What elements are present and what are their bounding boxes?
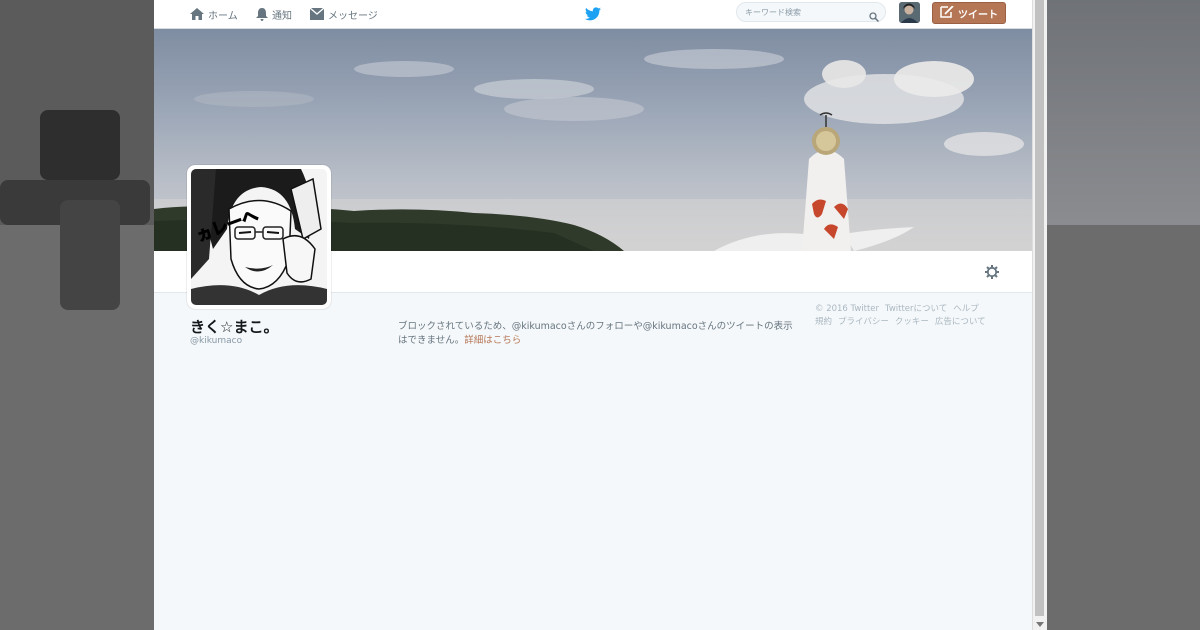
account-avatar[interactable] [899, 2, 920, 23]
search-input[interactable] [745, 5, 863, 19]
footer-link-terms[interactable]: 規約 [815, 317, 832, 327]
tweet-button-label: ツイート [958, 9, 998, 21]
nav-notifications[interactable]: 通知 [256, 6, 292, 22]
vertical-scrollbar[interactable] [1032, 0, 1047, 630]
scroll-down-arrow-icon[interactable] [1036, 622, 1044, 627]
nav-messages[interactable]: メッセージ [310, 6, 378, 22]
background-sky [1046, 0, 1200, 225]
footer-row-1: © 2016 Twitter Twitterについて ヘルプ [815, 303, 1015, 316]
blocked-details-link[interactable]: 詳細はこちら [464, 335, 521, 346]
nav-notifications-label: 通知 [272, 10, 292, 22]
profile-avatar-image: ヵレーへ [191, 169, 327, 305]
nav-home-label: ホーム [208, 10, 238, 22]
footer-link-help[interactable]: ヘルプ [953, 304, 979, 314]
background-blur-shape [60, 200, 120, 310]
nav-home[interactable]: ホーム [190, 6, 238, 22]
profile-avatar[interactable]: ヵレーへ [187, 165, 331, 309]
search-icon[interactable] [869, 7, 880, 26]
footer-copyright: © 2016 Twitter [815, 304, 880, 314]
compose-icon [940, 4, 954, 21]
tweet-button[interactable]: ツイート [932, 2, 1006, 24]
top-navigation-bar: ホーム 通知 メッセージ キーワード検索 ツイート [154, 0, 1032, 29]
gear-icon[interactable] [985, 264, 999, 283]
background-blur-shape [40, 110, 120, 180]
twitter-bird-icon[interactable] [585, 6, 601, 25]
nav-messages-label: メッセージ [328, 10, 378, 22]
search-box[interactable] [736, 2, 886, 23]
home-icon [190, 8, 204, 20]
scrollbar-thumb[interactable] [1035, 0, 1044, 616]
blocked-notice-text: ブロックされているため、@kikumacoさんのフォローや@kikumacoさん… [398, 321, 793, 346]
footer-link-about[interactable]: Twitterについて [885, 304, 947, 314]
footer-links: © 2016 Twitter Twitterについて ヘルプ 規約 プライバシー クッキ… [815, 303, 1015, 329]
background-band [1046, 225, 1200, 630]
browser-page: ホーム 通知 メッセージ キーワード検索 ツイート ヵレーへ きく☆まこ。 @k… [154, 0, 1032, 630]
envelope-icon [310, 8, 324, 20]
profile-handle[interactable]: @kikumaco [190, 336, 242, 346]
profile-name: きく☆まこ。 [190, 318, 279, 336]
footer-link-ads[interactable]: 広告について [935, 317, 986, 327]
blocked-notice: ブロックされているため、@kikumacoさんのフォローや@kikumacoさん… [398, 320, 798, 348]
footer-link-privacy[interactable]: プライバシー [838, 317, 889, 327]
bell-icon [256, 7, 268, 21]
background-left [0, 0, 154, 630]
footer-row-2: 規約 プライバシー クッキー 広告について [815, 316, 1015, 329]
footer-link-cookies[interactable]: クッキー [895, 317, 929, 327]
background-right [1046, 0, 1200, 630]
